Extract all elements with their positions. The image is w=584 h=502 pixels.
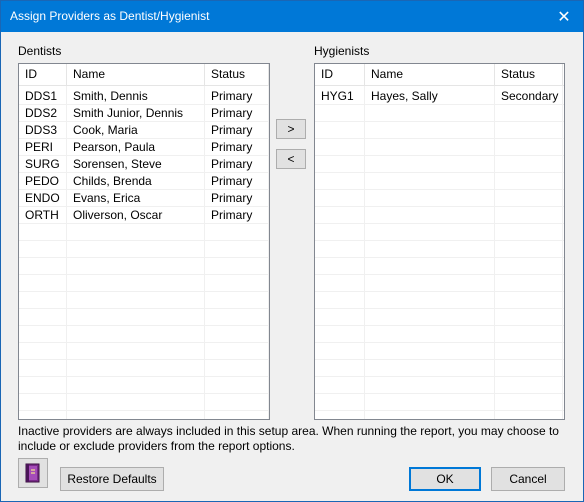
empty-row (315, 105, 564, 122)
empty-row (315, 173, 564, 190)
empty-row (315, 258, 564, 275)
table-row[interactable]: PEDO Childs, Brenda Primary (19, 173, 269, 190)
empty-row (19, 326, 269, 343)
window-title: Assign Providers as Dentist/Hygienist (10, 9, 210, 23)
cell-status: Primary (211, 140, 253, 154)
dentists-label: Dentists (18, 44, 62, 58)
empty-row (19, 275, 269, 292)
column-header-id[interactable]: ID (315, 64, 365, 86)
help-book-button[interactable] (18, 458, 48, 488)
cell-status: Primary (211, 123, 253, 137)
cell-id: DDS2 (25, 106, 58, 120)
empty-row (19, 258, 269, 275)
cell-id: ENDO (25, 191, 60, 205)
empty-row (19, 292, 269, 309)
cell-name: Cook, Maria (73, 123, 138, 137)
cell-name: Smith, Dennis (73, 89, 148, 103)
hygienists-label: Hygienists (314, 44, 370, 58)
close-icon[interactable]: ✕ (545, 1, 583, 32)
empty-row (315, 156, 564, 173)
title-bar: Assign Providers as Dentist/Hygienist ✕ (1, 1, 583, 32)
empty-row (315, 122, 564, 139)
empty-row (19, 360, 269, 377)
restore-defaults-button[interactable]: Restore Defaults (60, 467, 164, 491)
column-header-row: ID Name Status (19, 64, 269, 86)
empty-row (19, 377, 269, 394)
cell-id: SURG (25, 157, 60, 171)
table-row[interactable]: PERI Pearson, Paula Primary (19, 139, 269, 156)
cell-id: PERI (25, 140, 54, 154)
empty-row (315, 360, 564, 377)
cell-status: Primary (211, 106, 253, 120)
table-row[interactable]: ENDO Evans, Erica Primary (19, 190, 269, 207)
empty-row (315, 224, 564, 241)
cell-id: DDS3 (25, 123, 58, 137)
assign-providers-dialog: Assign Providers as Dentist/Hygienist ✕ … (0, 0, 584, 502)
column-header-status[interactable]: Status (495, 64, 563, 86)
empty-row (315, 207, 564, 224)
empty-row (315, 394, 564, 411)
move-left-button[interactable]: < (276, 149, 306, 169)
table-row[interactable]: DDS1 Smith, Dennis Primary (19, 88, 269, 105)
column-header-name[interactable]: Name (67, 64, 205, 86)
cell-name: Sorensen, Steve (73, 157, 162, 171)
table-row[interactable]: DDS2 Smith Junior, Dennis Primary (19, 105, 269, 122)
column-header-name[interactable]: Name (365, 64, 495, 86)
cell-status: Primary (211, 208, 253, 222)
dentists-list[interactable]: ID Name Status DDS1 Smith, Dennis Primary DDS2… (18, 63, 270, 420)
empty-row (315, 377, 564, 394)
cell-status: Secondary (501, 89, 559, 103)
cell-name: Childs, Brenda (73, 174, 152, 188)
table-row[interactable]: ORTH Oliverson, Oscar Primary (19, 207, 269, 224)
empty-row (315, 139, 564, 156)
empty-row (19, 224, 269, 241)
column-header-id[interactable]: ID (19, 64, 67, 86)
table-row[interactable]: HYG1 Hayes, Sally Secondary (315, 88, 564, 105)
cell-status: Primary (211, 89, 253, 103)
table-row[interactable]: DDS3 Cook, Maria Primary (19, 122, 269, 139)
empty-row (19, 343, 269, 360)
empty-row (315, 326, 564, 343)
cell-id: ORTH (25, 208, 59, 222)
column-header-status[interactable]: Status (205, 64, 269, 86)
empty-row (315, 309, 564, 326)
ok-button[interactable]: OK (409, 467, 481, 491)
cell-name: Oliverson, Oscar (73, 208, 163, 222)
cell-id: HYG1 (321, 89, 354, 103)
empty-row (315, 275, 564, 292)
empty-row (315, 241, 564, 258)
cell-name: Smith Junior, Dennis (73, 106, 184, 120)
empty-row (315, 343, 564, 360)
cell-status: Primary (211, 174, 253, 188)
cell-id: PEDO (25, 174, 60, 188)
hygienists-list[interactable]: ID Name Status HYG1 Hayes, Sally Secondary (314, 63, 565, 420)
table-row[interactable]: SURG Sorensen, Steve Primary (19, 156, 269, 173)
empty-row (315, 292, 564, 309)
empty-row (19, 309, 269, 326)
move-right-button[interactable]: > (276, 119, 306, 139)
empty-row (315, 190, 564, 207)
empty-row (19, 241, 269, 258)
empty-row (19, 394, 269, 411)
cell-name: Evans, Erica (73, 191, 141, 205)
inactive-providers-note: Inactive providers are always included i… (18, 424, 559, 453)
column-header-row: ID Name Status (315, 64, 564, 86)
cell-name: Pearson, Paula (73, 140, 156, 154)
cell-status: Primary (211, 157, 253, 171)
cell-name: Hayes, Sally (371, 89, 438, 103)
book-icon (25, 463, 40, 483)
cell-status: Primary (211, 191, 253, 205)
cancel-button[interactable]: Cancel (491, 467, 565, 491)
cell-id: DDS1 (25, 89, 58, 103)
